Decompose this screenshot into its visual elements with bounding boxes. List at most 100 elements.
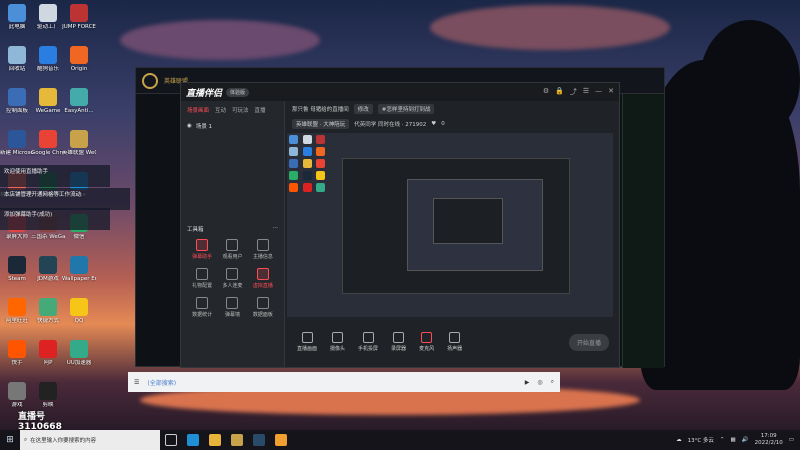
task-view-icon[interactable] — [165, 434, 177, 446]
version-badge[interactable]: 体验版 — [226, 87, 250, 97]
desktop-icon[interactable]: 回收站 — [0, 46, 34, 72]
tray-arrow-icon[interactable]: ⌃ — [720, 437, 725, 443]
toolbox-item[interactable]: 主播信息 — [248, 239, 278, 260]
lol-taskbar-icon[interactable] — [253, 434, 265, 446]
toolbox-item[interactable]: 虚拟直播 — [248, 268, 278, 289]
camera-icon — [332, 332, 344, 343]
desktop-icon[interactable]: 酷狗音乐 — [31, 46, 65, 72]
preview-app-icon — [289, 183, 298, 192]
tab-interact[interactable]: 互动 — [215, 106, 226, 114]
desktop-icon[interactable]: 游戏 — [0, 382, 34, 408]
tab-live[interactable]: 直播 — [255, 106, 266, 114]
room-tag[interactable]: 英雄联盟 · 大神陪玩 — [292, 119, 350, 129]
start-live-button[interactable]: 开始直播 — [568, 333, 609, 351]
desktop-icon[interactable]: JDM游戏 — [31, 256, 65, 282]
live-companion-window[interactable]: 直播伴侣 体验版 ⚙ 🔒 ⤴ ☰ — ✕ 场景画面 互动 可玩法 直播 ◉ 场景… — [180, 82, 620, 368]
edit-title-button[interactable]: 修改 — [353, 104, 373, 114]
tab-scene[interactable]: 场景画面 — [187, 106, 209, 114]
volume-icon[interactable]: 🔊 — [742, 437, 749, 443]
desktop-icon[interactable]: WeGame — [31, 88, 65, 114]
speaker-button[interactable]: 扬声器 — [447, 332, 462, 352]
phone-cast-button[interactable]: 手机投屏 — [358, 332, 378, 352]
desktop-icon[interactable]: 新建 Microsof... — [0, 130, 34, 156]
wegame-icon[interactable] — [231, 434, 243, 446]
desktop-icon-label: QQ — [74, 318, 84, 324]
desktop-icon[interactable]: Origin — [62, 46, 96, 72]
menu-icon[interactable]: ☰ — [583, 87, 589, 97]
tool-icon — [226, 268, 239, 280]
toolbox-item[interactable]: 数据面板 — [248, 297, 278, 318]
close-icon[interactable]: ✕ — [608, 87, 614, 97]
desktop-icon[interactable]: 英雄联盟 WeGame版 — [62, 130, 96, 156]
toolbox-item[interactable]: 多人连麦 — [217, 268, 247, 289]
desktop-icon-label: 英雄联盟 WeGame版 — [62, 150, 96, 156]
desktop-icon[interactable]: JUMP FORCE — [62, 4, 96, 30]
toolbox-item[interactable]: 弹幕助手 — [187, 239, 217, 260]
toolbox-item[interactable]: 数据统计 — [187, 297, 217, 318]
desktop-icon[interactable]: 剪映 — [31, 382, 65, 408]
camera-button[interactable]: 摄像头 — [330, 332, 345, 352]
settings-icon[interactable]: ⚙ — [543, 87, 549, 97]
search-strip[interactable]: ☰ (全部搜索) ▶ ◎ ⌕ — [128, 372, 560, 392]
notification-toast[interactable]: 添加弹幕助手(成功) — [0, 208, 110, 230]
notification-center-icon[interactable]: ▭ — [789, 437, 794, 443]
stream-preview[interactable] — [287, 133, 613, 317]
room-info: 那只鲁 母猪给的直播间 修改 #怎样坚持到打到战 英雄联盟 · 大神陪玩 代英同… — [287, 101, 619, 133]
desktop-icon-label: 酷狗音乐 — [36, 66, 59, 72]
clock[interactable]: 17:09 2022/2/10 — [755, 433, 783, 447]
file-explorer-icon[interactable] — [209, 434, 221, 446]
desktop-icon[interactable]: UU加速器 — [62, 340, 96, 366]
desktop-icon[interactable]: Google Chrome — [31, 130, 65, 156]
desktop-icon[interactable]: 驱动工厂 — [31, 4, 65, 30]
target-icon[interactable]: ◎ — [537, 379, 542, 386]
tool-icon — [226, 239, 239, 251]
panel-tabs: 场景画面 互动 可玩法 直播 — [181, 101, 284, 119]
desktop-icon[interactable]: 阿P — [31, 340, 65, 366]
edge-icon[interactable] — [187, 434, 199, 446]
monitor-icon — [301, 332, 313, 343]
taskbar-search[interactable]: ⌕ 在这里输入你要搜索的内容 — [20, 430, 160, 450]
notification-toast[interactable]: 本店铺管理开通网格等工作流动 — [0, 188, 130, 210]
taskbar-search-placeholder: 在这里输入你要搜索的内容 — [30, 438, 97, 444]
desktop-icon[interactable]: 控制面板 — [0, 88, 34, 114]
scene-item[interactable]: ◉ 场景 1 — [181, 119, 284, 133]
tool-label: 数据面板 — [252, 312, 273, 318]
category-tag[interactable]: #怎样坚持到打到战 — [377, 104, 435, 114]
clock-time: 17:09 — [760, 433, 777, 439]
more-icon[interactable]: ⋯ — [273, 225, 279, 233]
desktop-icon-label: Google Chrome — [31, 150, 65, 156]
title-bar: 直播伴侣 体验版 ⚙ 🔒 ⤴ ☰ — ✕ — [181, 83, 619, 101]
live-companion-taskbar-icon[interactable] — [275, 434, 287, 446]
minimize-icon[interactable]: — — [595, 87, 602, 97]
desktop-icon[interactable]: 快手 — [0, 340, 34, 366]
search-icon[interactable]: ⌕ — [551, 378, 554, 386]
video-icon[interactable]: ▶ — [525, 379, 530, 386]
desktop-icon[interactable]: 阿里旺旺 — [0, 298, 34, 324]
weather-icon[interactable]: ☁ — [676, 437, 682, 443]
desktop-icon[interactable]: Steam — [0, 256, 34, 282]
network-icon[interactable]: ▦ — [731, 437, 736, 443]
desktop-icon[interactable]: QQ — [62, 298, 96, 324]
weather-text[interactable]: 13°C 多云 — [688, 436, 714, 444]
share-icon[interactable]: ⤴ — [570, 87, 577, 97]
eye-icon[interactable]: ◉ — [187, 123, 192, 129]
toolbox-item[interactable]: 礼物配置 — [187, 268, 217, 289]
desktop-icon[interactable]: EasyAnti... — [62, 88, 96, 114]
desktop-icon-label: 快捷方式 — [36, 318, 59, 324]
lock-icon[interactable]: 🔒 — [555, 87, 564, 97]
menu-icon[interactable]: ☰ — [134, 379, 139, 386]
tab-play[interactable]: 可玩法 — [232, 106, 249, 114]
microphone-button[interactable]: 麦克风 — [419, 332, 434, 352]
sky-cloud — [120, 20, 320, 60]
desktop-icon[interactable]: 快捷方式 — [31, 298, 65, 324]
lol-friends-panel[interactable] — [622, 94, 664, 368]
desktop-icon[interactable]: 此电脑 — [0, 4, 34, 30]
windows-start-icon[interactable]: ⊞ — [0, 430, 20, 450]
toolbox-item[interactable]: 弹幕墙 — [217, 297, 247, 318]
desktop-icon-label: 新建 Microsof... — [0, 150, 34, 156]
desktop-icon[interactable]: Wallpaper Engine — [62, 256, 96, 282]
toolbox-item[interactable]: 观看用户 — [217, 239, 247, 260]
recorder-button[interactable]: 录屏器 — [391, 332, 406, 352]
screen-capture-button[interactable]: 直播画面 — [297, 332, 317, 352]
notification-toast[interactable]: 欢迎使用直播助手 — [0, 165, 110, 187]
